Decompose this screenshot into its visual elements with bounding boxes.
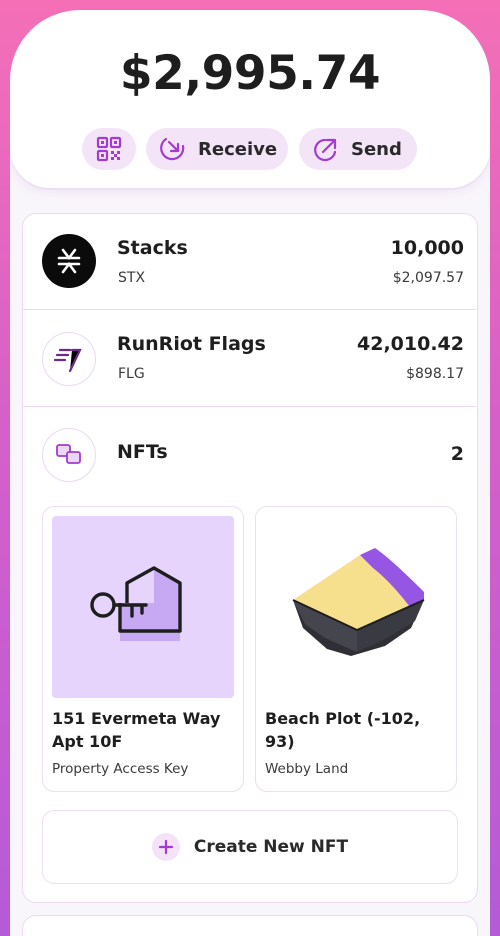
- nfts-header[interactable]: NFTs 2: [23, 407, 476, 503]
- nft-title: Beach Plot (-102, 93): [265, 709, 421, 751]
- nfts-label: NFTs: [117, 441, 168, 463]
- nfts-icon: [42, 428, 96, 482]
- token-fiat-value: $898.17: [406, 366, 464, 382]
- token-name: Stacks: [117, 237, 188, 259]
- send-label: Send: [351, 138, 402, 160]
- stacks-logo-icon: [42, 234, 96, 288]
- house-key-icon: [52, 516, 234, 698]
- nft-card[interactable]: 151 Evermeta Way Apt 10F Property Access…: [42, 506, 244, 792]
- total-balance: $2,995.74: [119, 46, 381, 101]
- nft-collection: Webby Land: [265, 761, 349, 777]
- next-section-card: [22, 915, 478, 936]
- balance-card: $2,995.74 Receive Send: [10, 10, 490, 188]
- nft-card[interactable]: Beach Plot (-102, 93) Webby Land: [255, 506, 457, 792]
- receive-label: Receive: [198, 138, 278, 160]
- land-plot-image: [265, 516, 447, 698]
- nfts-count: 2: [450, 443, 464, 465]
- assets-list: Stacks STX 10,000 $2,097.57 RunRiot Flag…: [22, 213, 478, 903]
- create-nft-button[interactable]: Create New NFT: [42, 810, 458, 884]
- token-fiat-value: $2,097.57: [392, 270, 464, 286]
- nft-title: 151 Evermeta Way Apt 10F: [52, 709, 221, 751]
- token-amount: 10,000: [390, 237, 464, 259]
- wallet-screen: $2,995.74 Receive Send Stacks STX 10,000…: [10, 10, 490, 936]
- runriot-logo-icon: [42, 332, 96, 386]
- token-row-runriot[interactable]: RunRiot Flags FLG 42,010.42 $898.17: [23, 310, 476, 407]
- token-name: RunRiot Flags: [117, 333, 266, 355]
- arrow-down-left-icon: [160, 136, 186, 162]
- create-nft-label: Create New NFT: [193, 837, 349, 857]
- token-row-stacks[interactable]: Stacks STX 10,000 $2,097.57: [23, 214, 476, 310]
- nft-collection: Property Access Key: [52, 761, 189, 777]
- qr-code-button[interactable]: [82, 128, 136, 170]
- receive-button[interactable]: Receive: [146, 128, 288, 170]
- token-amount: 42,010.42: [357, 333, 464, 355]
- arrow-up-right-icon: [313, 136, 339, 162]
- qr-code-icon: [96, 136, 122, 162]
- action-bar: Receive Send: [10, 128, 490, 170]
- plus-icon: [151, 833, 180, 861]
- send-button[interactable]: Send: [299, 128, 417, 170]
- token-symbol: STX: [118, 270, 146, 286]
- token-symbol: FLG: [118, 366, 145, 382]
